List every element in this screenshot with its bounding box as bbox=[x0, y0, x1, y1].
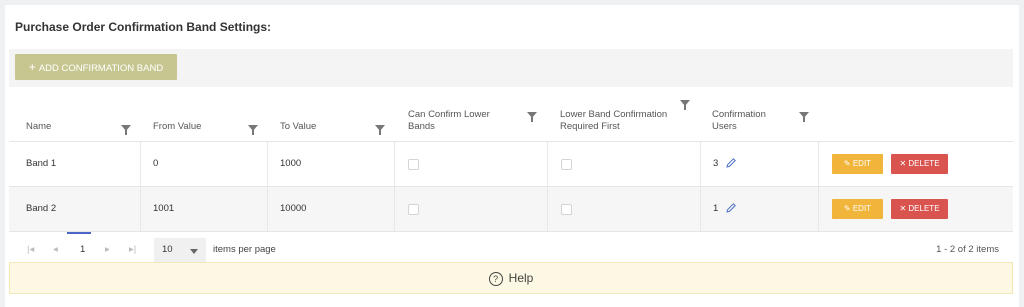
delete-button[interactable]: ✕ DELETE bbox=[891, 199, 948, 219]
lower-required-first-checkbox[interactable] bbox=[561, 159, 572, 170]
confirmation-users-cell: 1 bbox=[713, 187, 737, 231]
edit-button[interactable]: ✎ EDIT bbox=[832, 199, 883, 219]
column-header-confirmation-users[interactable]: Confirmation Users bbox=[712, 87, 822, 141]
column-header-lower-required-first[interactable]: Lower Band Confirmation Required First bbox=[560, 87, 695, 141]
help-bar[interactable]: ? Help bbox=[9, 262, 1013, 294]
delete-button[interactable]: ✕ DELETE bbox=[891, 154, 948, 174]
table-row: Band 2 1001 10000 1 ✎ EDIT ✕ DELETE bbox=[9, 187, 1013, 232]
edit-button-label: EDIT bbox=[852, 204, 872, 213]
column-header-from-value[interactable]: From Value bbox=[153, 87, 263, 141]
column-header-name[interactable]: Name bbox=[26, 87, 131, 141]
filter-icon[interactable] bbox=[375, 125, 385, 135]
pencil-icon[interactable] bbox=[725, 157, 737, 169]
plus-icon: + bbox=[28, 60, 36, 74]
to-value: 10000 bbox=[280, 203, 307, 214]
filter-icon[interactable] bbox=[799, 112, 809, 122]
page-size-select[interactable]: 10 bbox=[154, 238, 206, 262]
confirmation-bands-grid: Name From Value To Value Can Confirm Low… bbox=[9, 87, 1013, 267]
confirmation-users-count: 1 bbox=[713, 203, 719, 214]
help-icon: ? bbox=[488, 271, 503, 286]
pencil-icon: ✎ bbox=[843, 159, 853, 168]
add-confirmation-band-button[interactable]: + ADD CONFIRMATION BAND bbox=[15, 54, 177, 80]
active-page-indicator bbox=[67, 232, 91, 234]
page-size-value: 10 bbox=[162, 244, 173, 255]
grid-toolbar: + ADD CONFIRMATION BAND bbox=[9, 49, 1013, 87]
confirmation-users-cell: 3 bbox=[713, 142, 737, 186]
column-header-can-confirm-lower[interactable]: Can Confirm Lower Bands bbox=[408, 87, 538, 141]
can-confirm-lower-checkbox[interactable] bbox=[408, 159, 419, 170]
filter-icon[interactable] bbox=[121, 125, 131, 135]
can-confirm-lower-checkbox[interactable] bbox=[408, 204, 419, 215]
column-header-name-label: Name bbox=[26, 121, 52, 132]
help-label: Help bbox=[508, 271, 534, 285]
band-name: Band 1 bbox=[26, 158, 57, 169]
table-row: Band 1 0 1000 3 ✎ EDIT ✕ DELETE bbox=[9, 142, 1013, 187]
filter-icon[interactable] bbox=[527, 112, 537, 122]
from-value: 1001 bbox=[153, 203, 175, 214]
column-header-can-confirm-lower-label: Can Confirm Lower Bands bbox=[408, 109, 490, 132]
confirmation-users-count: 3 bbox=[713, 158, 719, 169]
column-header-confirmation-users-label: Confirmation Users bbox=[712, 109, 766, 132]
column-header-lower-required-first-label: Lower Band Confirmation Required First bbox=[560, 109, 668, 132]
band-name: Band 2 bbox=[26, 203, 57, 214]
edit-button[interactable]: ✎ EDIT bbox=[832, 154, 883, 174]
pencil-icon[interactable] bbox=[725, 202, 737, 214]
chevron-down-icon bbox=[190, 249, 198, 254]
page-title: Purchase Order Confirmation Band Setting… bbox=[15, 20, 272, 34]
delete-button-label: DELETE bbox=[908, 159, 940, 168]
from-value: 0 bbox=[153, 158, 159, 169]
to-value: 1000 bbox=[280, 158, 302, 169]
filter-icon[interactable] bbox=[680, 100, 690, 110]
lower-required-first-checkbox[interactable] bbox=[561, 204, 572, 215]
column-header-to-value[interactable]: To Value bbox=[280, 87, 390, 141]
grid-header: Name From Value To Value Can Confirm Low… bbox=[9, 87, 1013, 142]
column-header-from-value-label: From Value bbox=[153, 121, 202, 132]
column-header-to-value-label: To Value bbox=[280, 121, 317, 132]
add-confirmation-band-label: ADD CONFIRMATION BAND bbox=[38, 63, 164, 74]
filter-icon[interactable] bbox=[248, 125, 258, 135]
edit-button-label: EDIT bbox=[852, 159, 872, 168]
delete-button-label: DELETE bbox=[908, 204, 940, 213]
pencil-icon: ✎ bbox=[843, 204, 853, 213]
